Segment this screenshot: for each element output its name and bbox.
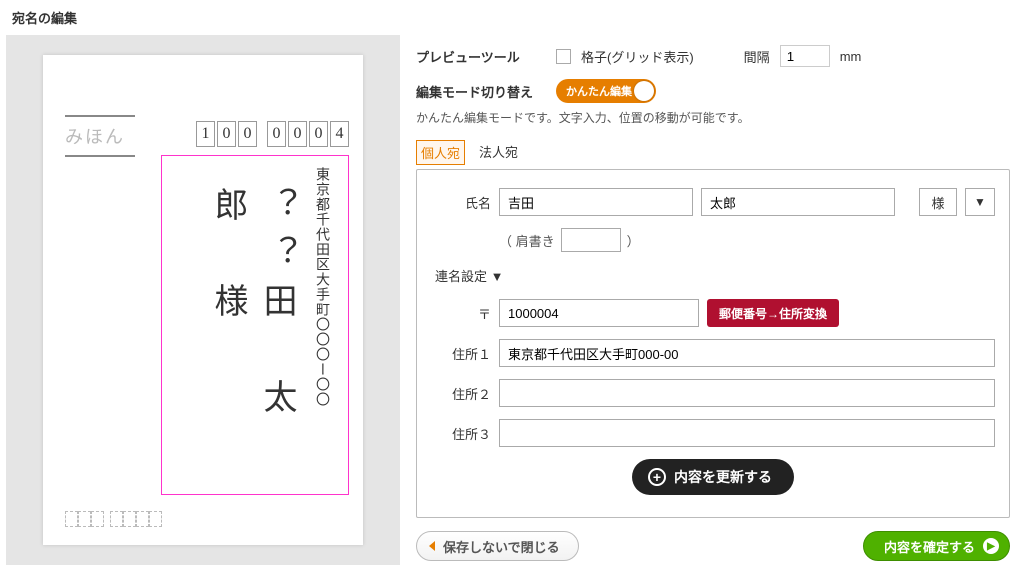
- preview-pane: みほん 1 0 0 0 0 0 4 東京都千代田区大手町〇〇〇ー〇〇 ？？田 太…: [6, 35, 400, 565]
- sender-sample-mark: みほん: [65, 115, 135, 157]
- mode-hint: かんたん編集モードです。文字入力、位置の移動が可能です。: [416, 109, 1010, 134]
- mode-switch-label: 編集モード切り替え: [416, 82, 546, 101]
- addr1-input[interactable]: [499, 339, 995, 367]
- honorific-select[interactable]: 様: [919, 188, 957, 216]
- tab-personal[interactable]: 個人宛: [416, 140, 465, 165]
- sender-zip-boxes: [65, 511, 162, 527]
- spacing-label: 間隔: [744, 47, 770, 66]
- grid-checkbox[interactable]: [556, 49, 571, 64]
- given-name-input[interactable]: [701, 188, 895, 216]
- recipient-zip-boxes: 1 0 0 0 0 0 4: [196, 121, 349, 147]
- addr2-input[interactable]: [499, 379, 995, 407]
- zip-label: 〒: [431, 304, 491, 323]
- addr3-input[interactable]: [499, 419, 995, 447]
- name-label: 氏名: [431, 193, 491, 212]
- addr3-label: 住所３: [431, 424, 491, 443]
- joint-name-toggle[interactable]: 連名設定 ▼: [431, 266, 995, 285]
- chevron-left-icon: [429, 541, 435, 551]
- toggle-knob-icon: [634, 81, 654, 101]
- shoulder-close: ）: [627, 231, 640, 250]
- preview-tools-label: プレビューツール: [416, 47, 546, 66]
- spacing-unit: mm: [840, 49, 862, 64]
- recipient-address-vertical: 東京都千代田区大手町〇〇〇ー〇〇: [311, 167, 331, 477]
- grid-label: 格子(グリッド表示): [581, 47, 694, 66]
- controls-panel: プレビューツール 格子(グリッド表示) 間隔 mm 編集モード切り替え かんたん…: [416, 35, 1018, 565]
- update-content-button[interactable]: + 内容を更新する: [632, 459, 794, 495]
- spacing-input[interactable]: [780, 45, 830, 67]
- confirm-content-button[interactable]: 内容を確定する ▶: [863, 531, 1010, 561]
- recipient-form: 氏名 様 ▼ （ 肩書き ） 連名設定 ▼ 〒 郵便番号→住所変換 住所１: [416, 169, 1010, 518]
- zip-input[interactable]: [499, 299, 699, 327]
- edit-mode-toggle[interactable]: かんたん編集: [556, 79, 656, 103]
- plus-icon: +: [648, 468, 666, 486]
- zip-to-address-button[interactable]: 郵便番号→住所変換: [707, 299, 839, 327]
- tab-corporate[interactable]: 法人宛: [475, 140, 522, 165]
- close-without-saving-button[interactable]: 保存しないで閉じる: [416, 531, 579, 561]
- honorific-dropdown-arrow[interactable]: ▼: [965, 188, 995, 216]
- shoulder-label: （ 肩書き: [499, 231, 555, 250]
- family-name-input[interactable]: [499, 188, 693, 216]
- addr1-label: 住所１: [431, 344, 491, 363]
- addr2-label: 住所２: [431, 384, 491, 403]
- envelope-preview[interactable]: みほん 1 0 0 0 0 0 4 東京都千代田区大手町〇〇〇ー〇〇 ？？田 太…: [43, 55, 363, 545]
- chevron-right-icon: ▶: [983, 538, 999, 554]
- shoulder-input[interactable]: [561, 228, 621, 252]
- recipient-name-vertical: ？？田 太 郎 様: [203, 187, 301, 487]
- page-title: 宛名の編集: [0, 0, 1024, 35]
